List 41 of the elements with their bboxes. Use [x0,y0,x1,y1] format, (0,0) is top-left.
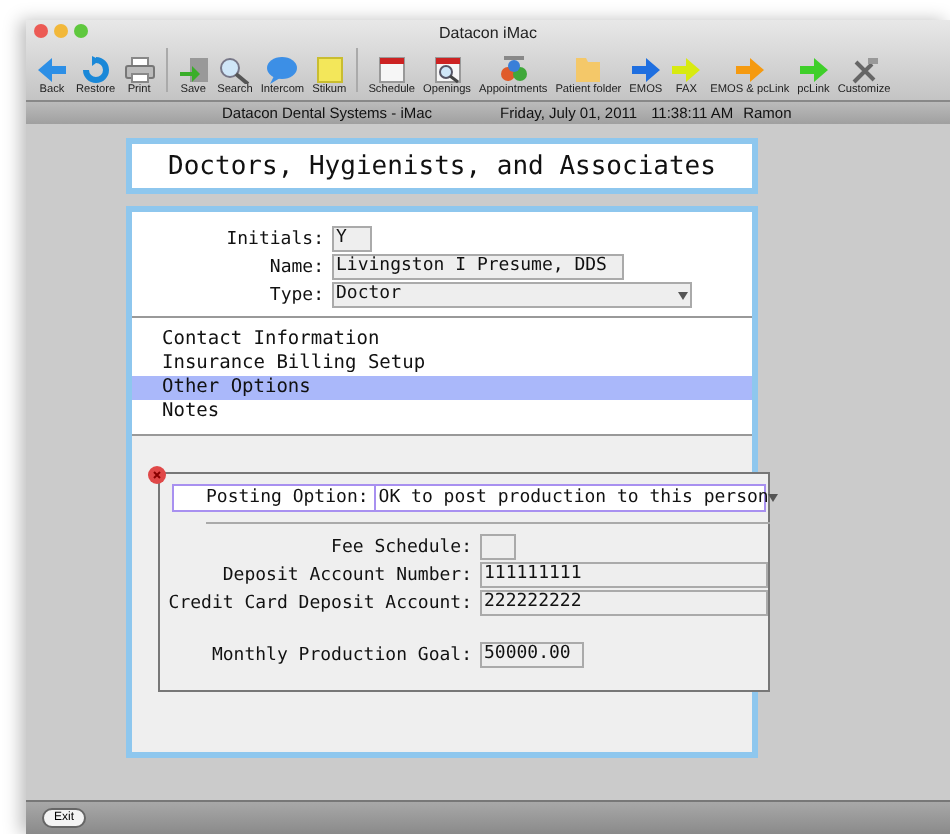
calendar-icon [375,56,408,84]
field-label: Initials: [224,229,324,249]
type-select[interactable]: Doctor [332,282,692,308]
input-field[interactable]: 50000.00 [480,642,584,668]
save-icon [177,56,210,84]
right-arrow-icon [629,56,662,84]
field-label: Deposit Account Number: [220,565,472,585]
posting-option-select[interactable]: OK to post production to this person [374,486,781,510]
input-field[interactable]: 222222222 [480,590,768,616]
sticky-note-icon [313,56,346,84]
field-label: Monthly Production Goal: [209,645,472,665]
section-item[interactable]: Insurance Billing Setup [132,352,752,376]
section-item[interactable]: Other Options [132,376,752,400]
field-label: Credit Card Deposit Account: [166,593,472,613]
input-field[interactable]: Y [332,226,372,252]
people-icon [497,56,530,84]
dropdown-caret-icon [768,494,779,502]
field-label: Fee Schedule: [329,537,472,557]
back-arrow-icon [36,56,68,84]
dropdown-caret-icon [678,291,688,299]
tools-icon [848,56,881,84]
right-arrow-icon [797,56,830,84]
search-icon [218,56,251,84]
folder-icon [572,56,605,84]
close-icon[interactable] [148,466,166,484]
field-label: Type: [267,285,324,305]
refresh-icon [79,56,112,84]
right-arrow-icon [733,56,766,84]
section-item[interactable]: Notes [132,400,752,424]
right-arrow-icon [670,56,703,84]
input-field[interactable] [480,534,516,560]
field-label: Name: [267,257,324,277]
printer-icon [123,56,156,84]
window-title: Datacon iMac [439,23,537,41]
input-field[interactable]: 111111111 [480,562,768,588]
page-heading: Doctors, Hygienists, and Associates [126,138,758,194]
speech-bubble-icon [266,56,299,84]
input-field[interactable]: Livingston I Presume, DDS [332,254,624,280]
field-label: Posting Option: [204,488,371,508]
calendar-search-icon [431,56,463,84]
section-item[interactable]: Contact Information [132,328,752,352]
